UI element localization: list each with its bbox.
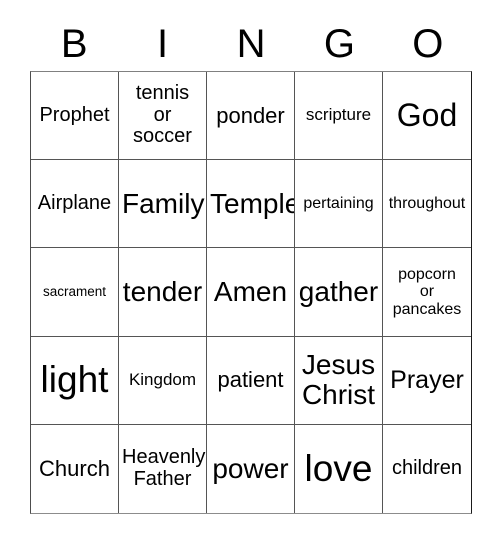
- bingo-cell-label: Airplane: [37, 191, 112, 214]
- bingo-cell-label: Prophet: [39, 103, 110, 126]
- bingo-cell-label: Family: [122, 187, 205, 219]
- bingo-cell[interactable]: patient: [207, 336, 295, 425]
- bingo-cell-label: Amen: [213, 275, 288, 307]
- bingo-cell[interactable]: light: [31, 336, 119, 425]
- bingo-cell-label: sacrament: [42, 283, 107, 299]
- bingo-cell-label: popcorn or pancakes: [392, 266, 462, 318]
- bingo-header-letter-i: I: [157, 21, 169, 66]
- bingo-header-letter-n: N: [236, 21, 266, 66]
- bingo-cell-label: light: [40, 359, 109, 401]
- bingo-cell[interactable]: children: [383, 424, 471, 513]
- bingo-header-letter-g: G: [323, 21, 355, 66]
- bingo-cell-label: scripture: [305, 105, 372, 125]
- bingo-card: B I N G O Prophet tennis or soccer ponder s…: [0, 0, 500, 544]
- bingo-cell-label: throughout: [388, 195, 466, 213]
- bingo-cell[interactable]: Temple: [207, 160, 295, 249]
- bingo-cell[interactable]: tender: [119, 248, 207, 337]
- bingo-cell-label: patient: [217, 367, 284, 393]
- bingo-cell[interactable]: popcorn or pancakes: [383, 248, 471, 337]
- bingo-cell[interactable]: Prophet: [31, 72, 119, 161]
- bingo-cell[interactable]: pertaining: [295, 160, 383, 249]
- bingo-cell[interactable]: scripture: [295, 72, 383, 161]
- bingo-cell[interactable]: Jesus Christ: [295, 336, 383, 425]
- bingo-cell-label: tender: [122, 275, 203, 307]
- bingo-cell[interactable]: Airplane: [31, 160, 119, 249]
- bingo-cell[interactable]: power: [207, 424, 295, 513]
- bingo-cell-label: Kingdom: [128, 370, 197, 390]
- bingo-header-letter-b: B: [60, 21, 88, 66]
- bingo-cell-label: Temple: [210, 187, 295, 219]
- bingo-cell[interactable]: Church: [31, 424, 119, 513]
- bingo-cell-label: pertaining: [303, 195, 374, 213]
- bingo-cell[interactable]: Kingdom: [119, 336, 207, 425]
- bingo-cell-label: Heavenly Father: [122, 446, 206, 490]
- bingo-header-letter-o: O: [412, 21, 444, 66]
- bingo-cell[interactable]: Prayer: [383, 336, 471, 425]
- bingo-cell-label: love: [304, 447, 373, 489]
- bingo-cell-label: power: [212, 452, 289, 484]
- bingo-cell[interactable]: throughout: [383, 160, 471, 249]
- bingo-cell-label: gather: [298, 275, 379, 307]
- bingo-cell-label: God: [396, 97, 458, 134]
- bingo-cell[interactable]: love: [295, 424, 383, 513]
- bingo-cell-label: ponder: [216, 102, 285, 128]
- bingo-cell-label: Church: [39, 456, 110, 482]
- bingo-cell[interactable]: Family: [119, 160, 207, 249]
- bingo-cell[interactable]: God: [383, 72, 471, 161]
- bingo-cell[interactable]: gather: [295, 248, 383, 337]
- bingo-cell[interactable]: ponder: [207, 72, 295, 161]
- bingo-cell-label: tennis or soccer: [133, 82, 192, 148]
- bingo-cell-label: children: [391, 457, 463, 480]
- bingo-cell[interactable]: Amen: [207, 248, 295, 337]
- bingo-header-row: B I N G O: [30, 16, 472, 71]
- bingo-cell[interactable]: sacrament: [31, 248, 119, 337]
- bingo-cell-label: Jesus Christ: [301, 348, 376, 411]
- bingo-cell-label: Prayer: [390, 365, 464, 394]
- bingo-cell[interactable]: tennis or soccer: [119, 72, 207, 161]
- bingo-cell[interactable]: Heavenly Father: [119, 424, 207, 513]
- bingo-grid: Prophet tennis or soccer ponder scripture Go…: [30, 71, 472, 514]
